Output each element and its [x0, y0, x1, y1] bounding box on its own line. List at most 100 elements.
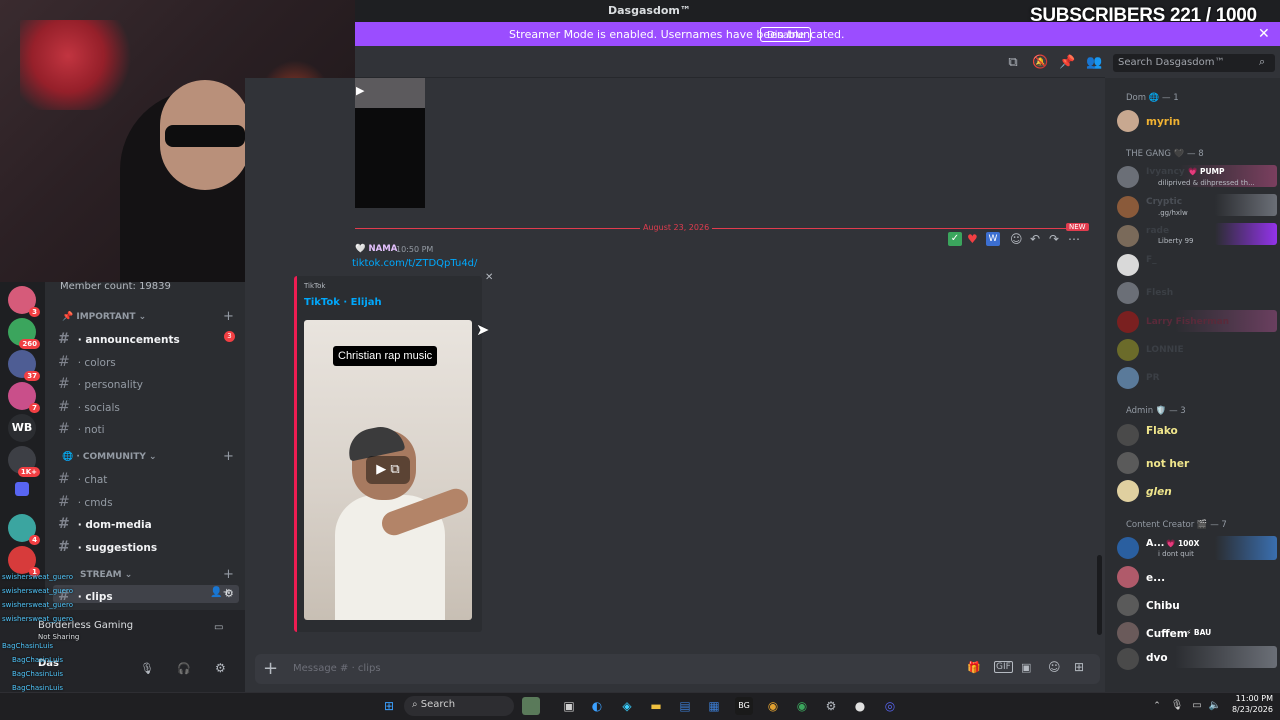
disable-streamer-mode-button[interactable]: Disable: [760, 27, 812, 42]
play-icon[interactable]: ▶: [356, 84, 364, 97]
tray-chevron-icon[interactable]: ⌃: [1148, 697, 1166, 715]
heart-reaction-icon[interactable]: ♥: [967, 232, 978, 246]
microphone-icon[interactable]: 🎙: [140, 662, 154, 675]
gif-icon[interactable]: GIF: [994, 661, 1013, 673]
member-name[interactable]: Flesh: [1146, 288, 1173, 298]
headphones-icon[interactable]: 🎧: [177, 662, 191, 675]
avatar[interactable]: [1117, 166, 1139, 188]
taskbar-search[interactable]: ⌕ Search: [404, 696, 514, 716]
add-reaction-icon[interactable]: ☺: [1010, 232, 1023, 246]
member-name[interactable]: e...: [1146, 572, 1165, 584]
chrome-icon[interactable]: ◉: [793, 697, 811, 715]
user-settings-icon[interactable]: ⚙: [215, 661, 226, 675]
member-name[interactable]: glen: [1146, 486, 1172, 498]
clock-time[interactable]: 11:00 PM: [1228, 694, 1273, 703]
add-channel-icon[interactable]: +: [223, 309, 234, 324]
clock-date[interactable]: 8/23/2026: [1228, 705, 1273, 714]
member-name[interactable]: myrin: [1146, 116, 1180, 128]
message-link[interactable]: tiktok.com/t/ZTDQpTu4d/: [352, 258, 477, 269]
member-name[interactable]: not her: [1146, 458, 1189, 470]
channel-colors[interactable]: # · colors: [58, 354, 116, 370]
message-author[interactable]: 🤍 NAMA: [355, 244, 397, 254]
avatar[interactable]: [1117, 648, 1139, 670]
edge-icon[interactable]: ◐: [588, 697, 606, 715]
store-icon[interactable]: ▦: [705, 697, 723, 715]
server-icon[interactable]: 1: [8, 546, 40, 577]
member-name[interactable]: Larry Fisherman: [1146, 317, 1229, 327]
folder-icon[interactable]: [15, 482, 29, 496]
video-play-icon[interactable]: ▶ ⧉: [366, 456, 410, 484]
member-list-icon[interactable]: 👥: [1086, 55, 1102, 71]
avatar[interactable]: [1117, 225, 1139, 247]
forward-icon[interactable]: ↷: [1049, 232, 1059, 246]
member-name[interactable]: Cryptic: [1146, 197, 1182, 207]
file-explorer-icon[interactable]: ▬: [647, 697, 665, 715]
gift-icon[interactable]: 🎁: [967, 661, 981, 674]
add-channel-icon[interactable]: +: [223, 449, 234, 464]
apps-icon[interactable]: ⊞: [1074, 660, 1084, 674]
server-icon[interactable]: 260: [8, 318, 40, 349]
chat-scrollbar[interactable]: [1097, 555, 1102, 635]
category-important[interactable]: 📌 IMPORTANT ⌄: [62, 312, 146, 322]
pin-icon[interactable]: 📌: [1059, 55, 1075, 71]
member-name[interactable]: Flako: [1146, 425, 1178, 437]
channel-dom-media[interactable]: # · dom-media: [58, 516, 152, 532]
avatar[interactable]: [1117, 480, 1139, 502]
close-icon[interactable]: ✕: [1258, 26, 1270, 42]
channel-personality[interactable]: # · personality: [58, 376, 143, 392]
server-icon[interactable]: 4: [8, 514, 40, 545]
member-name[interactable]: Cuffem: [1146, 628, 1188, 640]
search-input[interactable]: Search Dasgasdom™: [1113, 54, 1275, 72]
avatar[interactable]: [1117, 622, 1139, 644]
category-community[interactable]: 🌐 · COMMUNITY ⌄: [62, 452, 157, 462]
avatar[interactable]: [1117, 196, 1139, 218]
w-reaction-icon[interactable]: W: [986, 232, 1000, 246]
server-icon[interactable]: 1K+: [8, 446, 40, 477]
member-name[interactable]: dvo: [1146, 652, 1168, 664]
server-icon[interactable]: 37: [8, 350, 40, 381]
avatar[interactable]: [1117, 452, 1139, 474]
threads-icon[interactable]: ⧉: [1005, 55, 1021, 71]
message-input[interactable]: Message # · clips: [293, 663, 381, 674]
discord-icon[interactable]: ◎: [881, 697, 899, 715]
windows-start-icon[interactable]: ⊞: [380, 697, 398, 715]
member-name[interactable]: LONNIE: [1146, 345, 1184, 355]
avatar[interactable]: [1117, 254, 1139, 276]
member-name[interactable]: PR: [1146, 373, 1160, 383]
sticker-icon[interactable]: ▣: [1021, 661, 1031, 674]
server-icon[interactable]: 3: [8, 286, 40, 317]
volume-icon[interactable]: 🔈: [1206, 697, 1224, 715]
chrome-icon[interactable]: ◉: [764, 697, 782, 715]
avatar[interactable]: [1117, 110, 1139, 132]
settings-icon[interactable]: ⚙: [822, 697, 840, 715]
channel-suggestions[interactable]: # · suggestions: [58, 539, 157, 555]
more-options-icon[interactable]: ⋯: [1068, 232, 1080, 246]
avatar[interactable]: [1117, 311, 1139, 333]
emoji-icon[interactable]: ☺: [1048, 660, 1061, 674]
task-view-icon[interactable]: ▣: [560, 697, 578, 715]
channel-chat[interactable]: # · chat: [58, 471, 107, 487]
avatar[interactable]: [1117, 594, 1139, 616]
check-reaction-icon[interactable]: ✓: [948, 232, 962, 246]
remove-embed-icon[interactable]: ✕: [485, 272, 493, 283]
avatar[interactable]: [1117, 367, 1139, 389]
member-name[interactable]: F_: [1146, 255, 1157, 265]
microphone-tray-icon[interactable]: 🎙: [1168, 697, 1186, 715]
category-stream[interactable]: STREAM ⌄: [80, 570, 132, 580]
member-name[interactable]: A...: [1146, 538, 1164, 549]
network-icon[interactable]: ▭: [1188, 697, 1206, 715]
obs-icon[interactable]: ●: [851, 697, 869, 715]
server-icon-wb[interactable]: WB: [8, 414, 36, 442]
avatar[interactable]: [1117, 424, 1139, 446]
activity-icon[interactable]: ▭: [214, 622, 223, 633]
channel-cmds[interactable]: # · cmds: [58, 494, 113, 510]
notification-bell-icon[interactable]: 🔕: [1032, 55, 1048, 71]
settings-gear-icon[interactable]: ⚙: [224, 587, 234, 600]
channel-noti[interactable]: # · noti: [58, 421, 105, 437]
member-name[interactable]: rade: [1146, 226, 1169, 236]
upload-plus-icon[interactable]: +: [263, 658, 278, 679]
avatar[interactable]: [1117, 566, 1139, 588]
app-icon[interactable]: ◈: [618, 697, 636, 715]
member-name[interactable]: Chibu: [1146, 600, 1180, 612]
channel-announcements[interactable]: # · announcements: [58, 331, 180, 347]
